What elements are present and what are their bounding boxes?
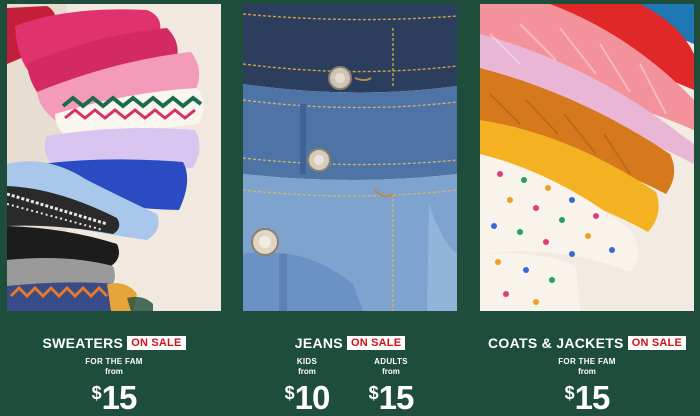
category-title: JEANS	[294, 334, 343, 351]
price-amount: $15	[480, 378, 694, 416]
stacked-sweaters-image	[7, 4, 221, 311]
coats-jackets-promo-card[interactable]: COATS & JACKETS ON SALE FOR THE FAM from …	[480, 0, 694, 416]
coats-jackets-image[interactable]	[480, 4, 694, 311]
coats-jackets-heading[interactable]: COATS & JACKETS ON SALE	[480, 334, 694, 352]
stacked-puffer-jackets-image	[480, 4, 694, 311]
price-audience-label: ADULTS	[374, 357, 408, 366]
price-value: 15	[378, 379, 415, 416]
on-sale-badge: ON SALE	[346, 335, 406, 350]
jeans-price-kids[interactable]: KIDS from $10	[279, 357, 335, 416]
price-audience-label: FOR THE FAM	[85, 357, 143, 366]
currency-symbol: $	[368, 383, 379, 403]
stacked-jeans-image	[243, 4, 457, 311]
price-from-label: from	[298, 367, 316, 376]
price-value: 15	[101, 379, 138, 416]
price-audience-label: FOR THE FAM	[558, 357, 616, 366]
currency-symbol: $	[564, 383, 575, 403]
price-value: 15	[574, 379, 611, 416]
sweaters-heading[interactable]: SWEATERS ON SALE	[7, 334, 221, 352]
price-amount: $15	[361, 378, 421, 416]
on-sale-badge: ON SALE	[627, 335, 686, 350]
price-from-label: from	[382, 367, 400, 376]
price-amount: $10	[279, 378, 335, 416]
price-amount: $15	[7, 378, 221, 416]
jeans-image[interactable]	[243, 4, 457, 311]
currency-symbol: $	[91, 383, 102, 403]
coats-jackets-price-fam[interactable]: FOR THE FAM from $15	[480, 357, 694, 416]
sweaters-image[interactable]	[7, 4, 221, 311]
jeans-heading[interactable]: JEANS ON SALE	[243, 334, 457, 352]
sweaters-price-fam[interactable]: FOR THE FAM from $15	[7, 357, 221, 416]
price-value: 10	[294, 379, 331, 416]
sweaters-promo-card[interactable]: SWEATERS ON SALE FOR THE FAM from $15	[7, 0, 221, 416]
price-from-label: from	[578, 367, 596, 376]
category-title: SWEATERS	[42, 334, 124, 351]
currency-symbol: $	[284, 383, 295, 403]
price-audience-label: KIDS	[296, 357, 318, 366]
jeans-price-adults[interactable]: ADULTS from $15	[361, 357, 421, 416]
jeans-promo-card[interactable]: JEANS ON SALE KIDS from $10 ADULTS from $…	[243, 0, 457, 416]
on-sale-badge: ON SALE	[127, 335, 186, 350]
category-title: COATS & JACKETS	[488, 334, 624, 351]
price-from-label: from	[105, 367, 123, 376]
